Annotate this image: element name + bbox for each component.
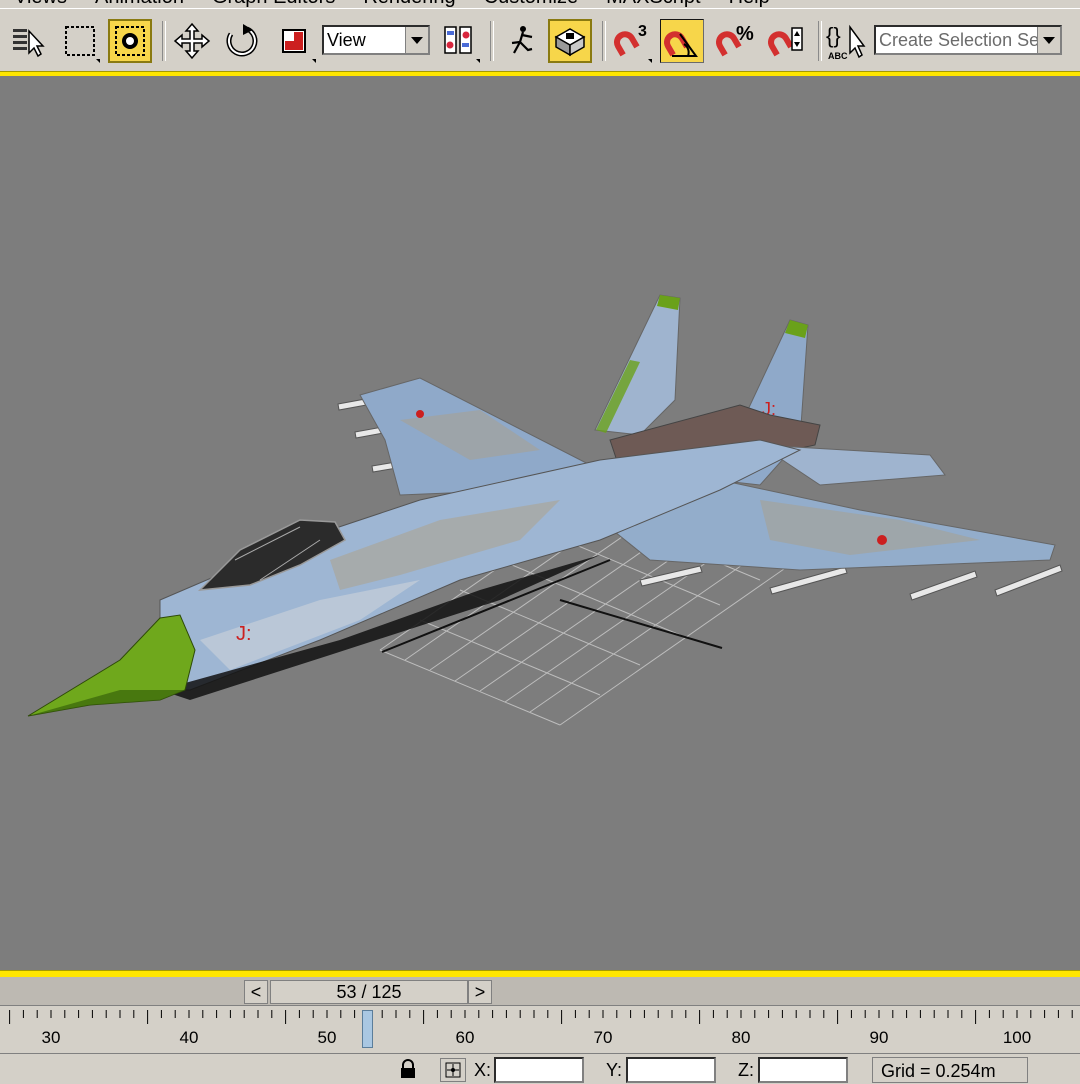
lock-icon[interactable] <box>396 1058 420 1080</box>
use-pivot-center-button[interactable] <box>436 19 480 63</box>
ruler-label: 60 <box>456 1028 475 1047</box>
menu-graph-editors[interactable]: Graph Editors <box>198 0 349 8</box>
frame-counter: 53 / 125 <box>336 982 402 1002</box>
x-coord-label: X: <box>474 1060 492 1080</box>
ruler-label: 40 <box>180 1028 199 1047</box>
menu-help[interactable]: Help <box>715 0 784 8</box>
select-by-name-icon <box>13 29 45 58</box>
select-and-rotate-button[interactable] <box>220 19 264 63</box>
ruler-label: 70 <box>594 1028 613 1047</box>
x-coord-field[interactable] <box>494 1057 584 1083</box>
grid-size-display: Grid = 0.254m <box>872 1057 1028 1083</box>
toolbar-separator <box>490 21 494 61</box>
select-and-scale-button[interactable] <box>272 19 316 63</box>
snaps-toggle-button[interactable]: 3 <box>608 19 652 63</box>
edit-named-selection-button[interactable]: {} ABC <box>824 19 868 63</box>
menu-bar: Views Animation Graph Editors Rendering … <box>0 0 1080 8</box>
absolute-mode-transform-icon[interactable] <box>440 1058 466 1082</box>
chevron-down-icon <box>405 27 428 53</box>
named-selection-icon: {} ABC <box>826 23 866 61</box>
y-coord-field[interactable] <box>626 1057 716 1083</box>
flyout-indicator <box>96 59 100 63</box>
select-by-name-button[interactable] <box>6 19 50 63</box>
chevron-right-icon: > <box>474 981 486 1002</box>
chevron-left-icon: < <box>250 981 262 1002</box>
menu-maxscript[interactable]: MAXScript <box>592 0 714 8</box>
frame-ruler: 30 40 50 60 70 80 90 100 <box>9 1010 1073 1047</box>
keyboard-override-icon <box>554 28 586 57</box>
manipulate-icon <box>511 26 533 54</box>
toolbar-separator <box>602 21 606 61</box>
keyboard-shortcut-override-button[interactable] <box>548 19 592 63</box>
time-slider-thumb[interactable]: 53 / 125 <box>270 980 468 1004</box>
rect-selection-icon <box>65 26 95 56</box>
flyout-indicator <box>312 59 316 63</box>
ruler-label: 100 <box>1003 1028 1031 1047</box>
percent-snap-label: % <box>736 23 754 45</box>
menu-animation[interactable]: Animation <box>81 0 198 8</box>
viewport-active-border <box>0 970 1080 977</box>
reference-coordinate-dropdown[interactable]: View <box>322 25 430 55</box>
time-slider-next-button[interactable]: > <box>468 980 492 1004</box>
move-icon <box>173 22 211 60</box>
percent-snap-toggle-button[interactable]: % <box>712 19 756 63</box>
toolbar-separator <box>162 21 166 61</box>
menu-rendering[interactable]: Rendering <box>349 0 469 8</box>
scale-icon <box>282 29 306 53</box>
window-crossing-icon <box>115 26 145 56</box>
grid-size-value: Grid = 0.254m <box>881 1061 996 1081</box>
pivot-center-icon <box>444 26 472 54</box>
menu-customize[interactable]: Customize <box>470 0 592 8</box>
menu-views[interactable]: Views <box>0 0 81 8</box>
track-bar[interactable]: 30 40 50 60 70 80 90 100 <box>0 1005 1080 1054</box>
reference-coordinate-value: View <box>327 30 366 50</box>
svg-text:J:: J: <box>236 623 252 645</box>
rotate-icon <box>226 24 258 57</box>
viewport-scene: J: J: <box>27 294 1063 726</box>
select-and-move-button[interactable] <box>170 19 214 63</box>
svg-text:{}: {} <box>826 23 841 48</box>
z-coord-field[interactable] <box>758 1057 848 1083</box>
spinner-snap-toggle-button[interactable] <box>764 19 808 63</box>
ruler-label: 50 <box>318 1028 337 1047</box>
angle-snap-icon <box>664 31 698 57</box>
snap-3d-label: 3 <box>638 23 647 40</box>
flyout-indicator <box>476 59 480 63</box>
status-bar: X: Y: Z: Grid = 0.254m <box>0 1053 1080 1083</box>
select-and-manipulate-button[interactable] <box>498 19 542 63</box>
perspective-viewport[interactable]: J: J: <box>0 76 1080 970</box>
chevron-down-icon <box>1037 27 1060 53</box>
window-crossing-button[interactable] <box>108 19 152 63</box>
current-time-marker[interactable] <box>362 1010 373 1048</box>
spinner-snap-icon <box>768 27 803 57</box>
flyout-indicator <box>648 59 652 63</box>
percent-snap-icon: % <box>716 23 754 57</box>
named-selection-sets-dropdown[interactable]: Create Selection Set <box>874 25 1062 55</box>
toolbar-separator <box>818 21 822 61</box>
ruler-label: 30 <box>42 1028 61 1047</box>
magnet-snap-icon: 3 <box>614 23 647 57</box>
y-coord-label: Y: <box>606 1060 623 1080</box>
main-toolbar: View 3 % {} ABC Create Selection Set <box>0 8 1080 71</box>
time-slider[interactable]: < 53 / 125 > <box>0 977 1080 1005</box>
selection-set-placeholder: Create Selection Set <box>879 30 1045 50</box>
ruler-label: 90 <box>870 1028 889 1047</box>
z-coord-label: Z: <box>738 1060 754 1080</box>
ruler-label: 80 <box>732 1028 751 1047</box>
time-slider-prev-button[interactable]: < <box>244 980 268 1004</box>
rect-selection-region-button[interactable] <box>58 19 102 63</box>
angle-snap-toggle-button[interactable] <box>660 19 704 63</box>
named-sel-label: ABC <box>828 51 848 61</box>
